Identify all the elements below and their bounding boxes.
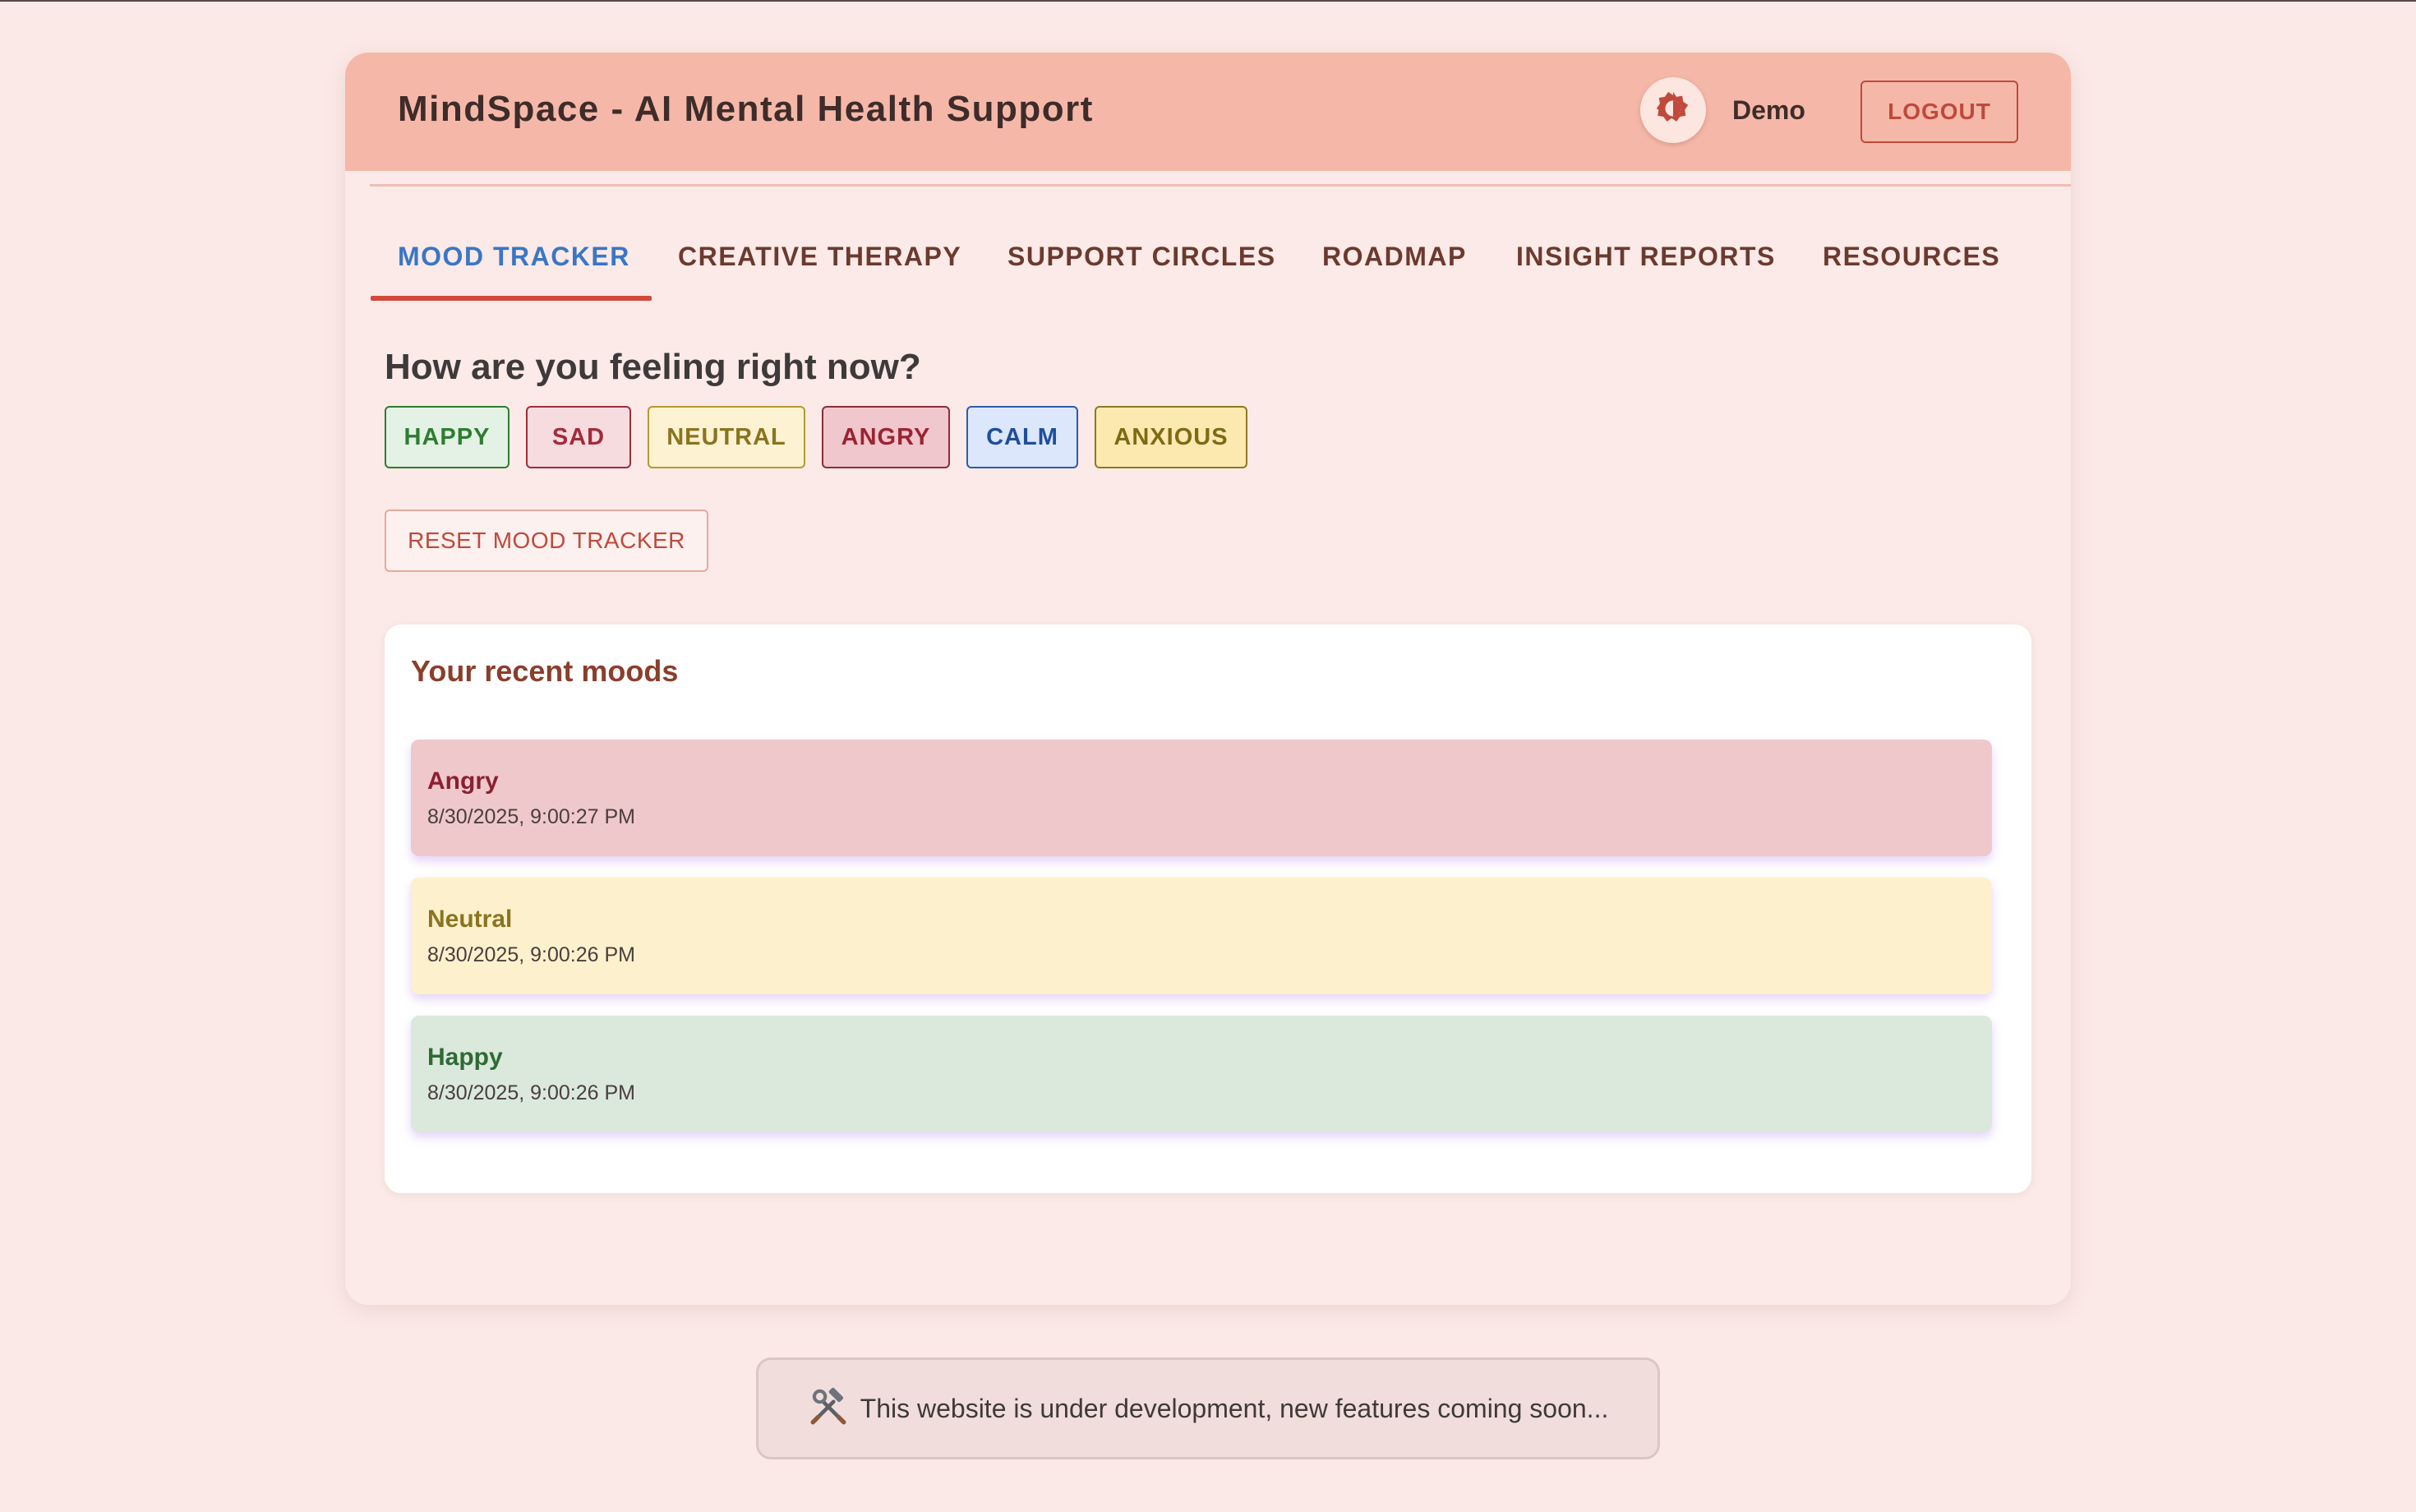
- mood-button-neutral[interactable]: NEUTRAL: [648, 406, 805, 468]
- mood-button-angry[interactable]: ANGRY: [822, 406, 950, 468]
- mood-question: How are you feeling right now?: [385, 347, 921, 387]
- mood-entry-name: Happy: [427, 1044, 503, 1071]
- mood-entry-time: 8/30/2025, 9:00:27 PM: [427, 805, 635, 828]
- development-banner-text: This website is under development, new f…: [860, 1393, 1609, 1423]
- recent-moods-title: Your recent moods: [411, 654, 679, 688]
- development-banner: This website is under development, new f…: [756, 1358, 1660, 1459]
- mood-tracker-panel: How are you feeling right now? HAPPY SAD…: [345, 53, 2071, 1305]
- app-window: MindSpace - AI Mental Health Support Dem…: [345, 53, 2071, 1305]
- mood-button-anxious[interactable]: ANXIOUS: [1095, 406, 1247, 468]
- mood-entry-name: Neutral: [427, 906, 513, 933]
- mood-entry-name: Angry: [427, 768, 499, 795]
- mood-entry-time: 8/30/2025, 9:00:26 PM: [427, 1081, 635, 1104]
- mood-entry-time: 8/30/2025, 9:00:26 PM: [427, 943, 635, 966]
- mood-button-calm[interactable]: CALM: [966, 406, 1078, 468]
- mood-button-sad[interactable]: SAD: [526, 406, 631, 468]
- top-border: [0, 0, 2416, 2]
- mood-entry: Angry 8/30/2025, 9:00:27 PM: [411, 740, 1992, 856]
- mood-entry: Happy 8/30/2025, 9:00:26 PM: [411, 1016, 1992, 1132]
- mood-entry: Neutral 8/30/2025, 9:00:26 PM: [411, 878, 1992, 994]
- recent-moods-card: Your recent moods Angry 8/30/2025, 9:00:…: [385, 625, 2031, 1193]
- hammer-wrench-icon: [808, 1386, 849, 1431]
- reset-mood-tracker-button[interactable]: RESET MOOD TRACKER: [385, 509, 708, 572]
- mood-button-happy[interactable]: HAPPY: [385, 406, 509, 468]
